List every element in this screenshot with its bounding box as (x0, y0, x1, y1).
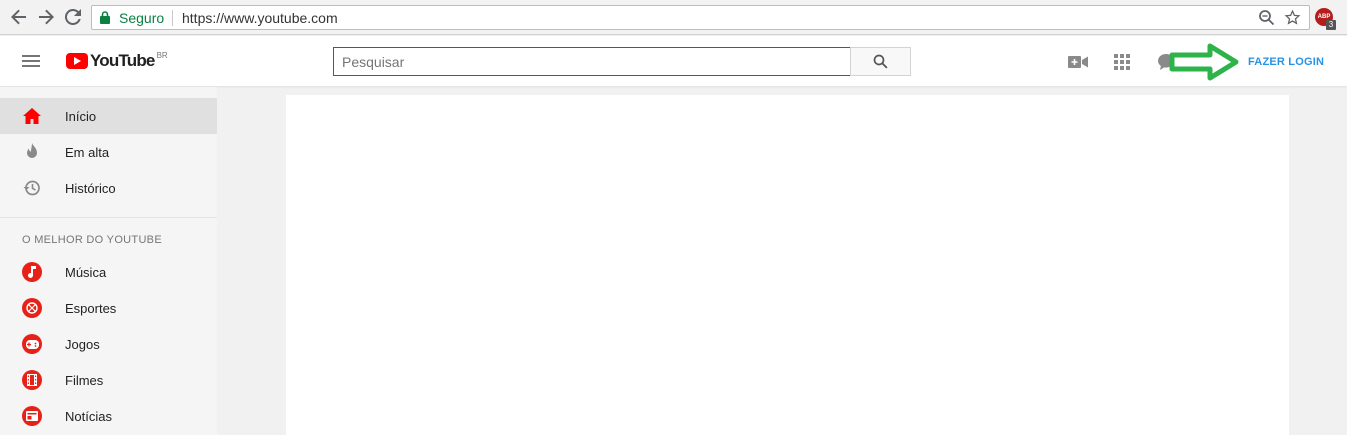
upload-video-button[interactable] (1068, 52, 1088, 72)
sidebar-divider (0, 217, 217, 218)
flame-icon (22, 142, 42, 162)
youtube-logo[interactable]: YouTube BR (66, 50, 168, 71)
logo-region: BR (156, 51, 168, 60)
news-icon (22, 406, 42, 426)
zoom-icon[interactable] (1258, 9, 1275, 31)
gamepad-icon (22, 334, 42, 354)
main-content (286, 95, 1289, 435)
video-camera-icon (1068, 56, 1088, 68)
sidebar-item-gaming[interactable]: Jogos (0, 326, 217, 362)
sidebar-item-label: Histórico (65, 181, 116, 196)
sidebar-item-label: Em alta (65, 145, 110, 160)
address-separator (172, 10, 173, 26)
history-icon (22, 178, 42, 198)
sports-icon (22, 298, 42, 318)
sidebar-item-news[interactable]: Notícias (0, 398, 217, 434)
search-button[interactable] (850, 47, 911, 76)
hamburger-icon (22, 55, 40, 67)
sidebar-item-music[interactable]: Música (0, 254, 217, 290)
search-icon (873, 54, 888, 69)
arrow-left-icon (11, 9, 26, 25)
browser-toolbar: Seguro https://www.youtube.com ABP 3 (0, 0, 1347, 35)
sidebar-item-label: Filmes (65, 373, 104, 388)
back-button[interactable] (8, 6, 30, 28)
logo-wordmark: YouTube (90, 51, 155, 70)
sidebar: Início Em alta Histórico O MELHOR DO YOU… (0, 87, 217, 435)
youtube-masthead: YouTube BR FAZER LOGIN (0, 36, 1347, 86)
search-input[interactable] (333, 47, 851, 76)
sidebar-section-heading: O MELHOR DO YOUTUBE (22, 234, 162, 246)
apps-button[interactable] (1112, 52, 1132, 72)
menu-button[interactable] (22, 52, 42, 70)
sidebar-item-label: Início (65, 109, 97, 124)
sidebar-item-movies[interactable]: Filmes (0, 362, 217, 398)
sidebar-item-trending[interactable]: Em alta (0, 134, 217, 170)
extension-badge: 3 (1326, 20, 1336, 30)
reload-icon (65, 9, 81, 25)
sidebar-item-label: Esportes (65, 301, 117, 316)
film-icon (22, 370, 42, 390)
address-bar[interactable]: Seguro https://www.youtube.com (91, 5, 1310, 30)
home-icon (22, 106, 42, 126)
login-button[interactable]: FAZER LOGIN (1248, 56, 1324, 68)
apps-grid-icon (1114, 54, 1130, 70)
reload-button[interactable] (62, 6, 84, 28)
annotation-arrow-icon (1169, 43, 1239, 81)
secure-label: Seguro (119, 10, 165, 26)
lock-icon (100, 11, 110, 29)
music-icon (22, 262, 42, 282)
sidebar-item-home[interactable]: Início (0, 98, 217, 134)
arrow-right-icon (39, 9, 54, 25)
sidebar-item-label: Notícias (65, 409, 112, 424)
url-text[interactable]: https://www.youtube.com (182, 10, 338, 26)
sidebar-item-label: Jogos (65, 337, 100, 352)
play-logo-icon (66, 53, 88, 69)
sidebar-item-history[interactable]: Histórico (0, 170, 217, 206)
bookmark-star-icon[interactable] (1284, 9, 1301, 31)
forward-button[interactable] (35, 6, 57, 28)
sidebar-item-sports[interactable]: Esportes (0, 290, 217, 326)
sidebar-item-label: Música (65, 265, 107, 280)
